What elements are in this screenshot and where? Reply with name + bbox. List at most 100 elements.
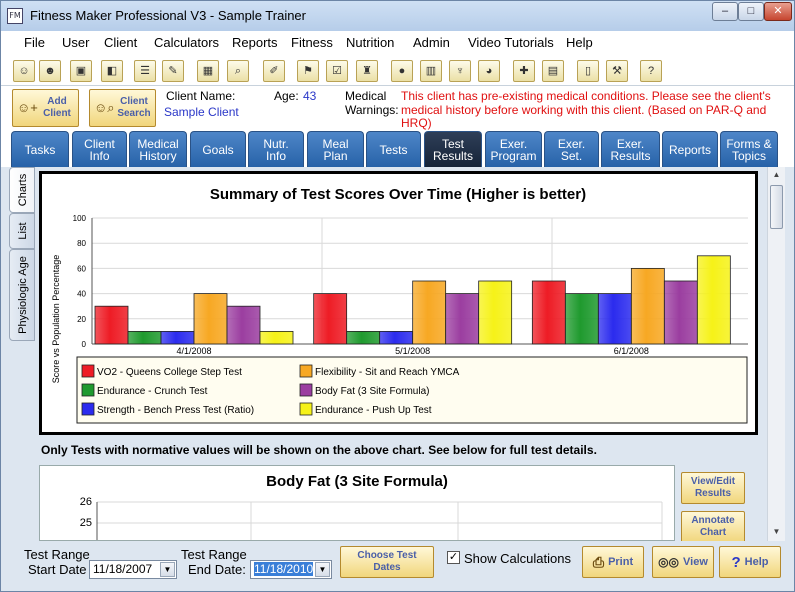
menu-help[interactable]: Help: [566, 35, 593, 50]
list-icon[interactable]: ☰: [134, 60, 156, 82]
users-icon[interactable]: ☺: [13, 60, 35, 82]
menu-calculators[interactable]: Calculators: [154, 35, 219, 50]
chevron-down-icon[interactable]: ▼: [160, 562, 175, 577]
tab-label: Medical History: [137, 138, 178, 162]
bar-2-1: [379, 330, 414, 345]
side-tab-physiologic-age[interactable]: Physiologic Age: [9, 249, 35, 341]
tab-goals[interactable]: Goals: [190, 131, 246, 167]
legend-label: Strength - Bench Press Test (Ratio): [97, 405, 254, 416]
bar-0-2: [531, 280, 566, 345]
bar-3-0: [193, 293, 228, 345]
y-tick-label: 0: [82, 340, 87, 349]
edit-icon[interactable]: ✎: [162, 60, 184, 82]
view-button[interactable]: ◎◎ View: [652, 546, 714, 578]
menu-reports[interactable]: Reports: [232, 35, 278, 50]
weights-icon[interactable]: ♜: [356, 60, 378, 82]
maximize-button[interactable]: □: [738, 2, 764, 21]
search-icon[interactable]: ⌕: [227, 60, 249, 82]
print-button[interactable]: ⎙ Print: [582, 546, 644, 578]
main-tabs: Tasks Client Info Medical History Goals Nutr. I…: [1, 131, 794, 167]
vertical-scrollbar[interactable]: ▲ ▼: [767, 167, 785, 541]
age-value: 43: [303, 89, 317, 103]
chart-icon[interactable]: ▥: [420, 60, 442, 82]
start-date-combo[interactable]: 11/18/2007 ▼: [89, 560, 177, 579]
help-icon[interactable]: ?: [640, 60, 662, 82]
scroll-thumb[interactable]: [770, 185, 783, 229]
tab-meal-plan[interactable]: Meal Plan: [307, 131, 364, 167]
tab-nutr-info[interactable]: Nutr. Info: [248, 131, 304, 167]
assess-icon[interactable]: ▦: [197, 60, 219, 82]
note-icon[interactable]: ✐: [263, 60, 285, 82]
medical-warnings-label-1: Medical: [345, 89, 387, 103]
help-button[interactable]: ? Help: [719, 546, 781, 578]
tab-label-line-1: Tests: [379, 142, 408, 157]
clipboard-icon[interactable]: ▯: [577, 60, 599, 82]
menu-file[interactable]: File: [24, 35, 45, 50]
summary-chart: Summary of Test Scores Over Time (Higher…: [39, 171, 758, 435]
tab-label-line-1: Client: [84, 136, 115, 151]
tab-label-line-1: Meal: [322, 136, 349, 151]
menu-user[interactable]: User: [62, 35, 89, 50]
tab-tasks[interactable]: Tasks: [11, 131, 69, 167]
client-bar: ☺+ Add Client ☺⌕ Client Search Client Na…: [1, 86, 794, 131]
tab-tests[interactable]: Tests: [366, 131, 421, 167]
flag-icon[interactable]: ⚑: [297, 60, 319, 82]
medical-warning-line-3: HRQ): [401, 116, 432, 130]
check-icon[interactable]: ☑: [326, 60, 348, 82]
chart-title: Summary of Test Scores Over Time (Higher…: [210, 186, 586, 203]
tools-icon[interactable]: ⚒: [606, 60, 628, 82]
tab-exer-results[interactable]: Exer. Results: [601, 131, 660, 167]
menu-client[interactable]: Client: [104, 35, 137, 50]
annotate-chart-button[interactable]: Annotate Chart: [681, 511, 745, 543]
tab-exer-set[interactable]: Exer. Set.: [544, 131, 599, 167]
user-icon[interactable]: ☻: [39, 60, 61, 82]
tab-medical-history[interactable]: Medical History: [129, 131, 187, 167]
add-client-button[interactable]: ☺+ Add Client: [12, 89, 79, 127]
title-bar: FM Fitness Maker Professional V3 - Sampl…: [1, 1, 794, 31]
menu-admin[interactable]: Admin: [413, 35, 450, 50]
food-icon[interactable]: ◕: [478, 60, 500, 82]
save-icon[interactable]: ▣: [70, 60, 92, 82]
bar-4-1: [445, 293, 480, 345]
x-tick-label: 5/1/2008: [395, 346, 430, 356]
apple-icon[interactable]: ●: [391, 60, 413, 82]
export-icon[interactable]: ▤: [542, 60, 564, 82]
tab-label-line-2: Plan: [323, 148, 348, 163]
side-tabs: Charts List Physiologic Age: [9, 167, 35, 541]
tab-client-info[interactable]: Client Info: [72, 131, 127, 167]
minimize-button[interactable]: –: [712, 2, 738, 21]
medical-warning-line-2: medical history before working with this…: [401, 103, 767, 117]
bar-1-0: [127, 330, 162, 345]
choose-test-dates-button[interactable]: Choose Test Dates: [340, 546, 434, 578]
tab-exer-program[interactable]: Exer. Program: [485, 131, 542, 167]
menu-nutrition[interactable]: Nutrition: [346, 35, 394, 50]
y-axis-label: Score vs Population Percentage: [51, 255, 61, 384]
tab-label-line-1: Medical: [137, 136, 179, 151]
tab-test-results[interactable]: Test Results: [424, 131, 482, 167]
menu-video-tutorials[interactable]: Video Tutorials: [468, 35, 554, 50]
show-calculations-checkbox[interactable]: ✓: [447, 551, 460, 564]
bar-2-0: [160, 330, 195, 345]
scroll-down-arrow[interactable]: ▼: [769, 525, 784, 539]
tab-label: Reports: [669, 144, 711, 156]
legend-label: Endurance - Push Up Test: [315, 405, 432, 416]
exit-icon[interactable]: ◧: [101, 60, 123, 82]
scroll-up-arrow[interactable]: ▲: [769, 168, 784, 182]
client-search-button[interactable]: ☺⌕ Client Search: [89, 89, 156, 127]
end-date-combo[interactable]: 11/18/2010 ▼: [250, 560, 332, 579]
tab-label-line-1: Test: [441, 136, 464, 151]
cutlery-icon[interactable]: ♆: [449, 60, 471, 82]
menu-fitness[interactable]: Fitness: [291, 35, 333, 50]
x-tick-label: 6/1/2008: [614, 346, 649, 356]
tab-label-line-2: Set.: [560, 148, 583, 163]
view-edit-results-button[interactable]: View/Edit Results: [681, 472, 745, 504]
side-tab-charts[interactable]: Charts: [9, 167, 35, 213]
close-button[interactable]: ✕: [764, 2, 792, 21]
tab-reports[interactable]: Reports: [662, 131, 718, 167]
chevron-down-icon[interactable]: ▼: [315, 562, 330, 577]
body-fat-chart-title: Body Fat (3 Site Formula): [266, 473, 448, 490]
side-tab-list[interactable]: List: [9, 213, 35, 249]
tab-forms-topics[interactable]: Forms & Topics: [720, 131, 778, 167]
tab-label-line-2: Info: [265, 148, 286, 163]
add-icon[interactable]: ✚: [513, 60, 535, 82]
